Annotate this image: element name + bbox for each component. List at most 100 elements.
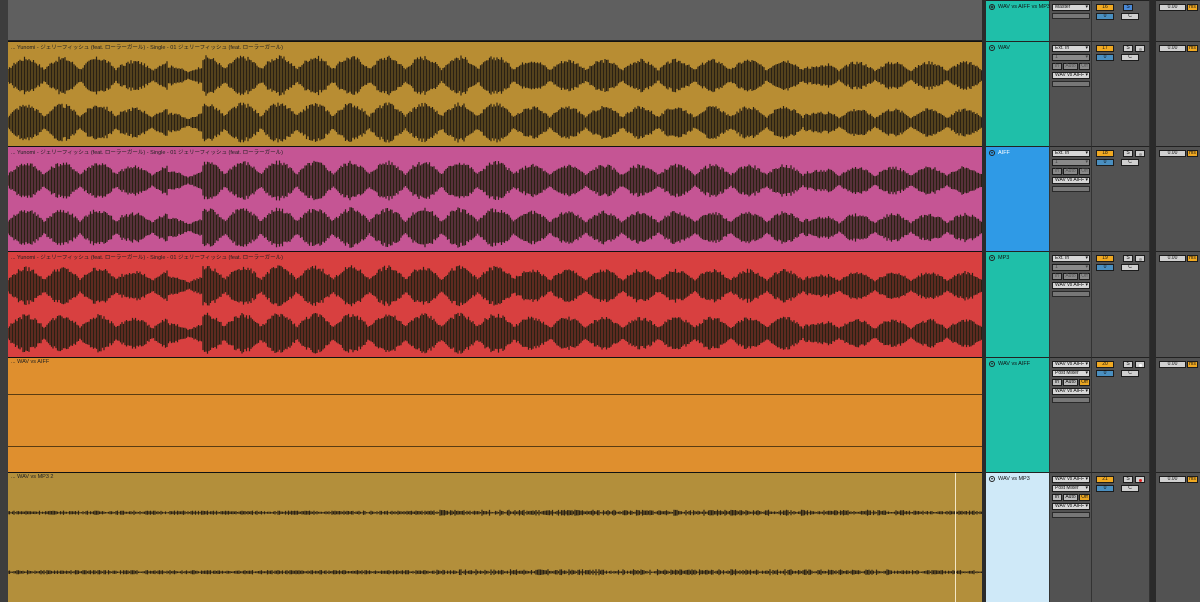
audio-clip-wav-vs-aiff[interactable]: ... WAV vs AIFF <box>8 357 982 472</box>
audio-to-channel[interactable] <box>1052 81 1090 87</box>
arm-button[interactable] <box>1135 45 1145 52</box>
input-channel-dropdown[interactable]: Post Mixer <box>1052 370 1090 377</box>
input-channel-dropdown[interactable]: 1 <box>1052 264 1090 271</box>
audio-clip-aiff[interactable]: ... Yunomi - ジェリーフィッシュ (feat. ローラーガール) -… <box>8 146 982 251</box>
fold-icon[interactable]: ▾ <box>989 150 995 156</box>
monitor-off-button[interactable]: Off <box>1079 273 1090 280</box>
delay-unit-toggle[interactable]: ms <box>1187 361 1198 368</box>
audio-to-channel[interactable] <box>1052 397 1090 403</box>
monitor-in-button[interactable]: In <box>1052 273 1062 280</box>
audio-to-dropdown[interactable]: Master <box>1052 4 1090 11</box>
arm-button[interactable] <box>1135 150 1145 157</box>
track-delay-field[interactable]: 0.00 <box>1159 476 1186 483</box>
audio-to-dropdown[interactable]: WAV vs AIFF <box>1052 72 1090 79</box>
solo-button[interactable]: S <box>1123 45 1133 52</box>
fold-icon[interactable]: ▾ <box>989 476 995 482</box>
monitor-auto-button[interactable]: Auto <box>1063 168 1078 175</box>
monitor-in-button[interactable]: In <box>1052 494 1062 501</box>
track-delay-field[interactable]: 0.00 <box>1159 45 1186 52</box>
track-delay-field[interactable]: 0.00 <box>1159 4 1186 11</box>
audio-clip-wav[interactable]: ... Yunomi - ジェリーフィッシュ (feat. ローラーガール) -… <box>8 41 982 146</box>
solo-button[interactable]: S <box>1123 255 1133 262</box>
audio-to-dropdown[interactable]: WAV vs AIFF <box>1052 388 1090 395</box>
audio-to-channel[interactable] <box>1052 291 1090 297</box>
volume-field[interactable]: 0 <box>1096 485 1114 492</box>
monitor-auto-button[interactable]: Auto <box>1063 273 1078 280</box>
volume-field[interactable]: 0 <box>1096 159 1114 166</box>
track-delay-field[interactable]: 0.00 <box>1159 361 1186 368</box>
track-activator[interactable]: 16 <box>1096 4 1114 11</box>
playhead-marker[interactable] <box>955 473 956 602</box>
delay-unit-toggle[interactable]: ms <box>1187 45 1198 52</box>
track-name[interactable]: WAV vs AIFF <box>998 361 1030 367</box>
audio-to-channel[interactable] <box>1052 186 1090 192</box>
monitor-off-button[interactable]: Off <box>1079 168 1090 175</box>
audio-clip-wav-vs-mp3[interactable]: ... WAV vs MP3 2 <box>8 472 982 602</box>
volume-field[interactable]: 0 <box>1096 264 1114 271</box>
track-header-master[interactable]: ◉ WAV vs AIFF vs MP3 <box>986 0 1050 41</box>
track-activator[interactable]: 20 <box>1096 361 1114 368</box>
track-name[interactable]: AIFF <box>998 150 1010 156</box>
monitor-auto-button[interactable]: Auto <box>1063 494 1078 501</box>
audio-from-dropdown[interactable]: WAV vs AIFF <box>1052 476 1090 483</box>
track-header-4[interactable]: ▾ WAV vs MP3 <box>986 472 1050 602</box>
track-name[interactable]: WAV vs AIFF vs MP3 <box>998 4 1050 10</box>
track-name[interactable]: WAV vs MP3 <box>998 476 1030 482</box>
fold-icon[interactable]: ▾ <box>989 45 995 51</box>
master-track-arrangement-lane[interactable] <box>8 0 982 41</box>
track-header-2[interactable]: ▾ MP3 <box>986 251 1050 357</box>
arm-button[interactable] <box>1135 361 1145 368</box>
track-activator[interactable]: 17 <box>1096 45 1114 52</box>
audio-to-dropdown[interactable]: WAV vs AIFF <box>1052 503 1090 510</box>
track-activator[interactable]: 18 <box>1096 150 1114 157</box>
audio-from-dropdown[interactable]: Ext. In <box>1052 45 1090 52</box>
pan-field[interactable]: C <box>1121 370 1139 377</box>
track-header-1[interactable]: ▾ AIFF <box>986 146 1050 251</box>
delay-unit-toggle[interactable]: ms <box>1187 255 1198 262</box>
track-delay-field[interactable]: 0.00 <box>1159 255 1186 262</box>
audio-to-channel[interactable] <box>1052 512 1090 518</box>
fold-icon[interactable]: ◉ <box>989 4 995 10</box>
track-name[interactable]: MP3 <box>998 255 1009 261</box>
input-channel-dropdown[interactable]: Post Mixer <box>1052 485 1090 492</box>
monitor-off-button[interactable]: Off <box>1079 63 1090 70</box>
pan-field[interactable]: C <box>1121 159 1139 166</box>
track-header-0[interactable]: ▾ WAV <box>986 41 1050 146</box>
track-header-3[interactable]: ▾ WAV vs AIFF <box>986 357 1050 472</box>
audio-to-channel[interactable] <box>1052 13 1090 19</box>
arm-button[interactable] <box>1135 476 1145 483</box>
input-channel-dropdown[interactable]: 1 <box>1052 159 1090 166</box>
pan-field[interactable]: C <box>1121 13 1139 20</box>
solo-button[interactable]: S <box>1123 361 1133 368</box>
monitor-in-button[interactable]: In <box>1052 379 1062 386</box>
pan-field[interactable]: C <box>1121 264 1139 271</box>
solo-button[interactable]: S <box>1123 150 1133 157</box>
audio-to-dropdown[interactable]: WAV vs AIFF <box>1052 282 1090 289</box>
monitor-off-button[interactable]: Off <box>1079 494 1090 501</box>
pan-field[interactable]: C <box>1121 54 1139 61</box>
track-name[interactable]: WAV <box>998 45 1010 51</box>
solo-button[interactable]: S <box>1123 4 1133 11</box>
monitor-off-button[interactable]: Off <box>1079 379 1090 386</box>
input-channel-dropdown[interactable]: 1 <box>1052 54 1090 61</box>
monitor-in-button[interactable]: In <box>1052 168 1062 175</box>
audio-clip-mp3[interactable]: ... Yunomi - ジェリーフィッシュ (feat. ローラーガール) -… <box>8 251 982 357</box>
audio-to-dropdown[interactable]: WAV vs AIFF <box>1052 177 1090 184</box>
fold-icon[interactable]: ▾ <box>989 255 995 261</box>
track-activator[interactable]: 21 <box>1096 476 1114 483</box>
pan-field[interactable]: C <box>1121 485 1139 492</box>
delay-unit-toggle[interactable]: ms <box>1187 4 1198 11</box>
delay-unit-toggle[interactable]: ms <box>1187 150 1198 157</box>
audio-from-dropdown[interactable]: Ext. In <box>1052 255 1090 262</box>
volume-field[interactable]: 0 <box>1096 13 1114 20</box>
audio-from-dropdown[interactable]: Ext. In <box>1052 150 1090 157</box>
monitor-in-button[interactable]: In <box>1052 63 1062 70</box>
volume-field[interactable]: 0 <box>1096 370 1114 377</box>
delay-unit-toggle[interactable]: ms <box>1187 476 1198 483</box>
track-delay-field[interactable]: 0.00 <box>1159 150 1186 157</box>
track-activator[interactable]: 19 <box>1096 255 1114 262</box>
monitor-auto-button[interactable]: Auto <box>1063 63 1078 70</box>
monitor-auto-button[interactable]: Auto <box>1063 379 1078 386</box>
volume-field[interactable]: 0 <box>1096 54 1114 61</box>
arm-button[interactable] <box>1135 255 1145 262</box>
